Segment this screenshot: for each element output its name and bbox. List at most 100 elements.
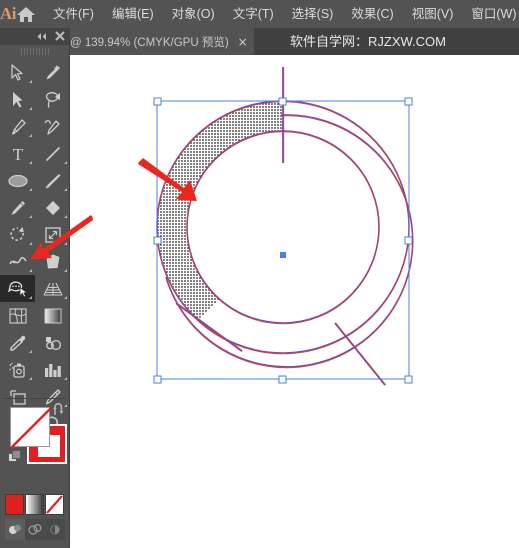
tool-flyout-indicator <box>29 377 32 380</box>
svg-text:T: T <box>12 145 23 163</box>
magic-wand-tool[interactable] <box>35 59 70 86</box>
color-mode-gradient[interactable] <box>25 494 44 515</box>
direct-selection-tool[interactable] <box>0 86 35 113</box>
blend-tool[interactable] <box>35 329 70 356</box>
menu-item-window[interactable]: 窗口(W) <box>462 0 519 28</box>
rotate-tool[interactable] <box>0 221 35 248</box>
ellipse-tool[interactable] <box>0 167 35 194</box>
scale-tool[interactable] <box>35 221 70 248</box>
tool-row <box>0 113 70 140</box>
draw-behind[interactable] <box>25 519 45 540</box>
eraser-tool[interactable] <box>35 194 70 221</box>
menu-item-object[interactable]: 对象(O) <box>163 0 224 28</box>
tool-flyout-indicator <box>29 188 32 191</box>
home-icon[interactable] <box>16 0 36 28</box>
tool-flyout-indicator <box>64 161 67 164</box>
color-mode-buttons <box>5 494 65 517</box>
tools-panel: T <box>0 28 70 548</box>
illustrator-window: Ai 文件(F) 编辑(E) 对象(O) 文字(T) 选择(S) 效果(C) 视… <box>0 0 519 548</box>
tool-row <box>0 302 70 329</box>
menu-item-select[interactable]: 选择(S) <box>283 0 343 28</box>
watermark-text: 软件自学网：RJZXW.COM <box>290 34 446 49</box>
color-mode-none[interactable] <box>45 494 64 515</box>
line-segment-tool[interactable] <box>35 140 70 167</box>
tool-row <box>0 167 70 194</box>
tools-divider <box>4 398 66 399</box>
handle-top-center <box>278 97 287 106</box>
fill-stroke-controls <box>0 400 70 480</box>
radial-tick-lower-left-red <box>175 303 243 353</box>
tool-flyout-indicator <box>29 242 32 245</box>
tool-row <box>0 275 70 302</box>
pencil-tool[interactable] <box>0 194 35 221</box>
tool-row <box>0 221 70 248</box>
double-chevron-left-icon[interactable] <box>36 29 47 45</box>
tool-flyout-indicator <box>29 296 32 299</box>
close-icon[interactable]: × <box>238 36 248 48</box>
tool-row <box>0 86 70 113</box>
draw-inside[interactable] <box>45 519 65 540</box>
symbol-sprayer-tool[interactable] <box>0 356 35 383</box>
paintbrush-tool[interactable] <box>35 167 70 194</box>
eyedropper-tool[interactable] <box>0 329 35 356</box>
fill-swatch[interactable] <box>10 407 52 449</box>
document-tab[interactable]: @ 139.94% (CMYK/GPU 预览) × <box>62 28 254 55</box>
selection-tool[interactable] <box>0 59 35 86</box>
none-slash-icon <box>10 407 52 449</box>
width-tool[interactable] <box>0 248 35 275</box>
menu-item-list: 文件(F) 编辑(E) 对象(O) 文字(T) 选择(S) 效果(C) 视图(V… <box>44 0 519 28</box>
draw-normal[interactable] <box>5 519 25 540</box>
handle-middle-right <box>404 236 413 245</box>
tool-flyout-indicator <box>29 269 32 272</box>
tool-flyout-indicator <box>29 134 32 137</box>
tool-flyout-indicator <box>29 350 32 353</box>
menu-item-effect[interactable]: 效果(C) <box>342 0 402 28</box>
default-fill-stroke-icon[interactable] <box>8 450 22 463</box>
type-tool[interactable]: T <box>0 140 35 167</box>
none-slash-icon <box>46 495 63 514</box>
close-icon[interactable] <box>55 29 65 45</box>
change-screen-mode[interactable] <box>0 542 70 548</box>
handle-top-left <box>153 97 162 106</box>
tool-row <box>0 59 70 86</box>
tool-grid: T <box>0 59 70 437</box>
menu-item-file[interactable]: 文件(F) <box>44 0 103 28</box>
color-mode-solid[interactable] <box>5 494 24 515</box>
drag-grip-handle[interactable] <box>0 45 70 58</box>
tool-flyout-indicator <box>64 377 67 380</box>
menu-item-edit[interactable]: 编辑(E) <box>103 0 163 28</box>
menu-item-view[interactable]: 视图(V) <box>403 0 463 28</box>
artwork-svg <box>153 67 414 386</box>
swap-fill-stroke-icon[interactable] <box>52 403 67 417</box>
tool-flyout-indicator <box>29 161 32 164</box>
tool-flyout-indicator <box>64 188 67 191</box>
lasso-tool[interactable] <box>35 86 70 113</box>
pen-tool[interactable] <box>0 113 35 140</box>
perspective-grid-tool[interactable] <box>35 275 70 302</box>
column-graph-tool[interactable] <box>35 356 70 383</box>
free-transform-tool[interactable] <box>35 248 70 275</box>
artboard-canvas[interactable] <box>70 55 519 548</box>
document-tab-label: @ 139.94% (CMYK/GPU 预览) <box>70 36 229 49</box>
tool-flyout-indicator <box>64 215 67 218</box>
shape-builder-tool[interactable] <box>0 275 35 302</box>
app-logo: Ai <box>0 4 17 23</box>
tool-flyout-indicator <box>29 107 32 110</box>
tool-flyout-indicator <box>64 296 67 299</box>
menu-item-type[interactable]: 文字(T) <box>224 0 283 28</box>
tool-row <box>0 329 70 356</box>
curvature-tool[interactable] <box>35 113 70 140</box>
tool-row: T <box>0 140 70 167</box>
handle-bottom-left <box>153 375 162 384</box>
gradient-tool[interactable] <box>35 302 70 329</box>
tool-row <box>0 248 70 275</box>
radial-tick-lower-left <box>175 302 243 352</box>
handle-top-right <box>404 97 413 106</box>
document-tab-bar: ✖ @ 139.94% (CMYK/GPU 预览) × 软件自学网：RJZXW.… <box>0 28 519 55</box>
mesh-tool[interactable] <box>0 302 35 329</box>
tools-panel-header <box>0 28 70 45</box>
tool-flyout-indicator <box>64 269 67 272</box>
grip-dots-icon <box>21 48 49 55</box>
tool-flyout-indicator <box>64 242 67 245</box>
handle-middle-left <box>153 236 162 245</box>
